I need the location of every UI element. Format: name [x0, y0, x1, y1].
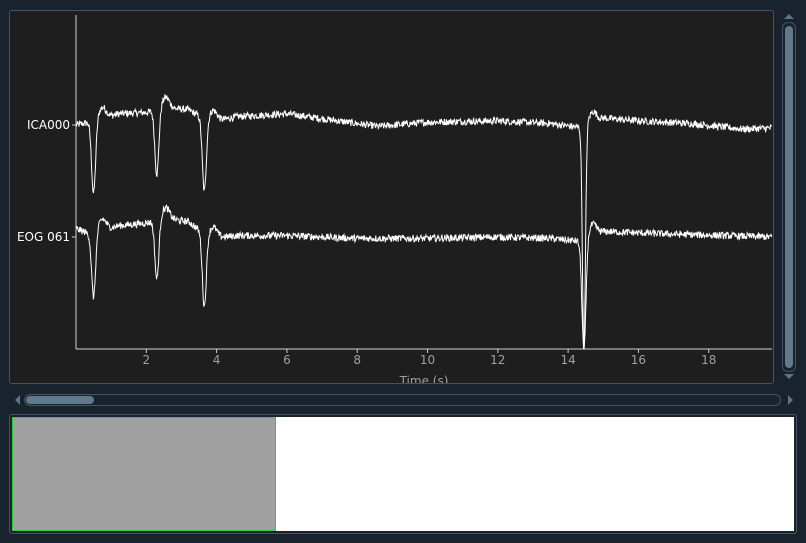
- scroll-up-arrow-icon[interactable]: [784, 14, 794, 19]
- x-axis-label: Time (s): [399, 374, 449, 383]
- axes: [72, 15, 772, 353]
- plot-panel[interactable]: 2 4 6 8 10 12 14 16 18 Time (s) ICA000 EOG 061: [9, 10, 774, 384]
- scroll-right-arrow-icon[interactable]: [788, 395, 793, 405]
- x-tick-label: 16: [631, 353, 646, 367]
- horizontal-scrollbar[interactable]: [12, 391, 798, 409]
- traces: [76, 94, 773, 349]
- scroll-left-arrow-icon[interactable]: [15, 395, 20, 405]
- scroll-down-arrow-icon[interactable]: [784, 374, 794, 379]
- horizontal-scroll-track[interactable]: [24, 394, 781, 406]
- channel-label: EOG 061: [17, 230, 70, 244]
- x-tick-label: 14: [560, 353, 575, 367]
- x-tick-label: 12: [490, 353, 505, 367]
- channel-label: ICA000: [27, 118, 70, 132]
- vertical-scrollbar[interactable]: [780, 14, 798, 382]
- horizontal-scroll-handle[interactable]: [26, 396, 94, 404]
- x-tick-label: 8: [353, 353, 361, 367]
- x-tick-label: 10: [420, 353, 435, 367]
- trace-eog-061: [76, 203, 773, 349]
- raw-data-plot[interactable]: 2 4 6 8 10 12 14 16 18 Time (s) ICA000 EOG 061: [10, 11, 773, 383]
- labels: 2 4 6 8 10 12 14 16 18 Time (s) ICA000 EOG 061: [17, 118, 716, 383]
- vertical-scroll-handle[interactable]: [785, 26, 793, 368]
- x-tick-label: 2: [142, 353, 150, 367]
- overview-bar[interactable]: [9, 414, 797, 534]
- x-tick-label: 18: [701, 353, 716, 367]
- x-tick-label: 4: [213, 353, 221, 367]
- x-tick-label: 6: [283, 353, 291, 367]
- overview-visible-window[interactable]: [12, 417, 276, 531]
